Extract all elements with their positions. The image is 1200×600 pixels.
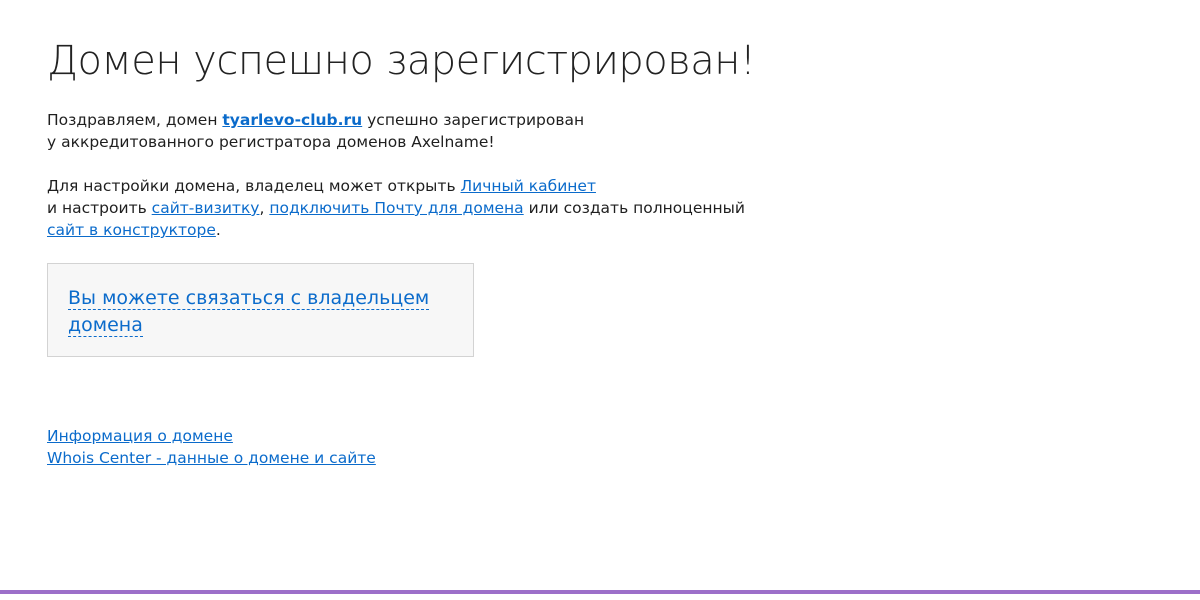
page-title: Домен успешно зарегистрирован! [47,38,756,84]
domain-info-link[interactable]: Информация о домене [47,425,376,447]
congrats-registrar-text: у аккредитованного регистратора доменов … [47,133,495,151]
congrats-paragraph: Поздравляем, домен tyarlevo-club.ru успе… [47,109,767,153]
contact-owner-link[interactable]: Вы можете связаться с владельцем домена [68,285,448,339]
setup-middle: или создать полноценный [523,199,745,217]
setup-paragraph: Для настройки домена, владелец может отк… [47,175,767,241]
whois-center-link[interactable]: Whois Center - данные о домене и сайте [47,447,376,469]
setup-end: . [215,221,221,239]
setup-comma: , [259,199,270,217]
setup-prefix: Для настройки домена, владелец может отк… [47,177,461,195]
footer-links: Информация о домене Whois Center - данны… [47,425,376,469]
contact-owner-box: Вы можете связаться с владельцем домена [47,263,474,357]
site-builder-link[interactable]: сайт в конструкторе [47,221,216,239]
business-card-site-link[interactable]: сайт-визитку [152,199,260,217]
personal-cabinet-link[interactable]: Личный кабинет [461,177,596,195]
congrats-suffix: успешно зарегистрирован [362,111,585,129]
bottom-accent-bar [0,590,1200,594]
setup-line2-prefix: и настроить [47,199,152,217]
domain-mail-link[interactable]: подключить Почту для домена [269,199,523,217]
contact-owner-link-text: Вы можете связаться с владельцем домена [68,287,430,337]
domain-name-link[interactable]: tyarlevo-club.ru [222,111,362,129]
congrats-prefix: Поздравляем, домен [47,111,223,129]
